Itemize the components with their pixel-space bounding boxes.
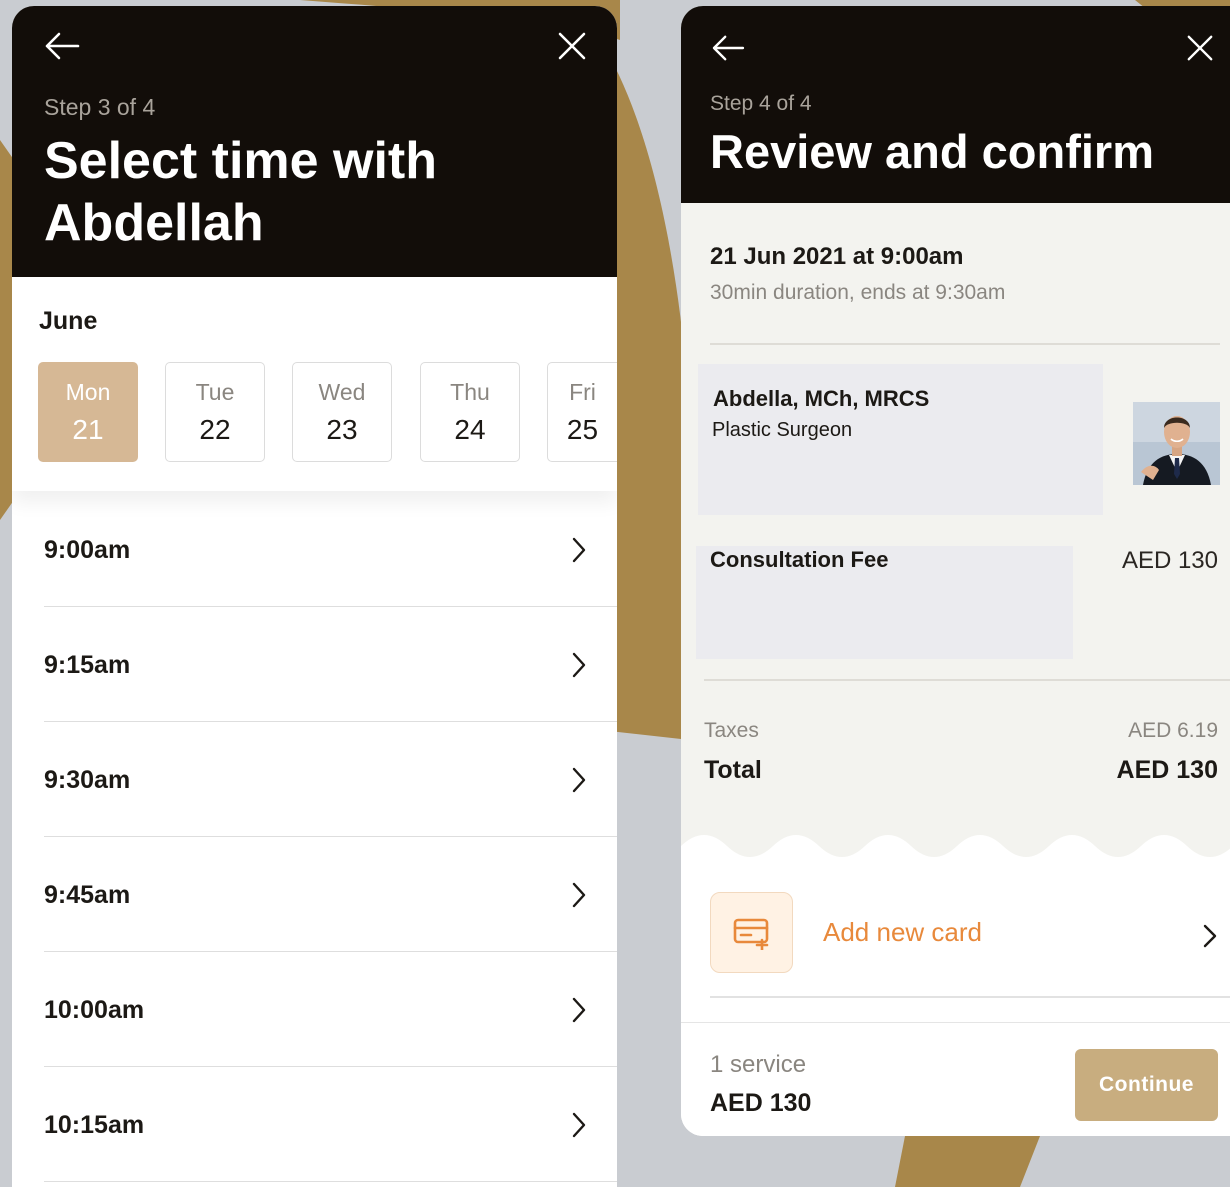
taxes-amount: AED 6.19 bbox=[1128, 719, 1218, 742]
divider bbox=[710, 996, 1230, 998]
day-name: Thu bbox=[450, 378, 490, 405]
add-card-icon bbox=[733, 918, 768, 950]
add-new-card-row[interactable]: Add new card bbox=[710, 890, 1230, 996]
day-fri-25[interactable]: Fri 25 bbox=[547, 362, 617, 462]
chevron-right-icon bbox=[572, 652, 586, 678]
chevron-right-icon bbox=[572, 882, 586, 908]
footer-price: AED 130 bbox=[710, 1089, 812, 1117]
doctor-avatar bbox=[1133, 402, 1220, 485]
chevron-right-icon bbox=[572, 1112, 586, 1138]
chevron-right-icon bbox=[572, 767, 586, 793]
divider bbox=[704, 679, 1230, 681]
chevron-right-icon bbox=[1203, 924, 1217, 948]
time-slot-label: 10:00am bbox=[44, 996, 145, 1024]
time-slot[interactable]: 9:00am bbox=[44, 492, 617, 607]
fee-card: Consultation Fee bbox=[696, 546, 1073, 659]
time-slot[interactable]: 9:45am bbox=[44, 837, 617, 952]
header: Step 3 of 4 Select time with Abdellah bbox=[12, 6, 617, 277]
close-button[interactable] bbox=[1178, 26, 1222, 70]
time-slot-label: 9:45am bbox=[44, 881, 131, 909]
day-name: Wed bbox=[318, 378, 366, 405]
time-slot-label: 9:15am bbox=[44, 651, 131, 679]
time-slot[interactable]: 9:30am bbox=[44, 722, 617, 837]
time-slot-list: 9:00am 9:15am 9:30am 9:45am 10:00am 10:1… bbox=[12, 492, 617, 1182]
day-name: Fri bbox=[569, 378, 596, 405]
day-mon-21[interactable]: Mon 21 bbox=[38, 362, 138, 462]
doctor-name: Abdella, MCh, MRCS bbox=[713, 386, 930, 411]
time-slot[interactable]: 10:00am bbox=[44, 952, 617, 1067]
total-label: Total bbox=[704, 756, 762, 784]
fee-label: Consultation Fee bbox=[710, 547, 889, 572]
header: Step 4 of 4 Review and confirm bbox=[681, 6, 1230, 203]
doctor-specialty: Plastic Surgeon bbox=[712, 419, 853, 441]
continue-button[interactable]: Continue bbox=[1075, 1049, 1218, 1121]
fee-amount: AED 130 bbox=[1121, 547, 1218, 574]
add-card-icon-wrap bbox=[710, 892, 793, 973]
day-date: 22 bbox=[199, 413, 231, 445]
day-name: Tue bbox=[195, 378, 235, 405]
step-indicator: Step 4 of 4 bbox=[710, 92, 812, 115]
review-confirm-screen: Step 4 of 4 Review and confirm 21 Jun 20… bbox=[681, 6, 1230, 1136]
day-date: 25 bbox=[566, 413, 599, 445]
chevron-right-icon bbox=[572, 997, 586, 1023]
close-button[interactable] bbox=[550, 24, 594, 68]
day-wed-23[interactable]: Wed 23 bbox=[292, 362, 392, 462]
appointment-duration: 30min duration, ends at 9:30am bbox=[710, 281, 1006, 304]
select-time-screen: Step 3 of 4 Select time with Abdellah Ju… bbox=[12, 6, 617, 1187]
back-button[interactable] bbox=[706, 26, 750, 70]
taxes-label: Taxes bbox=[704, 719, 759, 742]
page-title: Review and confirm bbox=[710, 125, 1154, 178]
time-slot[interactable]: 9:15am bbox=[44, 607, 617, 722]
time-slot-label: 9:00am bbox=[44, 536, 131, 564]
chevron-right-icon bbox=[572, 537, 586, 563]
time-slot-label: 10:15am bbox=[44, 1111, 145, 1139]
close-icon bbox=[558, 32, 586, 60]
step-indicator: Step 3 of 4 bbox=[44, 94, 156, 120]
arrow-left-icon bbox=[712, 35, 745, 61]
divider bbox=[710, 343, 1220, 345]
time-slot[interactable]: 10:15am bbox=[44, 1067, 617, 1182]
day-date: 21 bbox=[72, 413, 104, 445]
appointment-datetime: 21 Jun 2021 at 9:00am bbox=[710, 243, 964, 270]
doctor-card: Abdella, MCh, MRCS Plastic Surgeon bbox=[698, 364, 1103, 515]
checkout-footer: 1 service AED 130 Continue bbox=[681, 1022, 1230, 1136]
date-picker: June Mon 21 Tue 22 Wed 23 Thu 24 Fri 25 bbox=[12, 277, 617, 491]
time-slot-label: 9:30am bbox=[44, 766, 131, 794]
page-title: Select time with Abdellah bbox=[44, 132, 437, 252]
close-icon bbox=[1187, 35, 1213, 61]
service-count: 1 service bbox=[710, 1051, 807, 1078]
back-button[interactable] bbox=[40, 24, 84, 68]
add-new-card-label: Add new card bbox=[823, 917, 982, 947]
day-tue-22[interactable]: Tue 22 bbox=[165, 362, 265, 462]
total-amount: AED 130 bbox=[1116, 756, 1218, 784]
day-thu-24[interactable]: Thu 24 bbox=[420, 362, 520, 462]
day-date: 24 bbox=[454, 413, 486, 445]
day-name: Mon bbox=[65, 378, 111, 405]
arrow-left-icon bbox=[45, 32, 80, 60]
day-date: 23 bbox=[326, 413, 358, 445]
month-label: June bbox=[39, 307, 98, 335]
